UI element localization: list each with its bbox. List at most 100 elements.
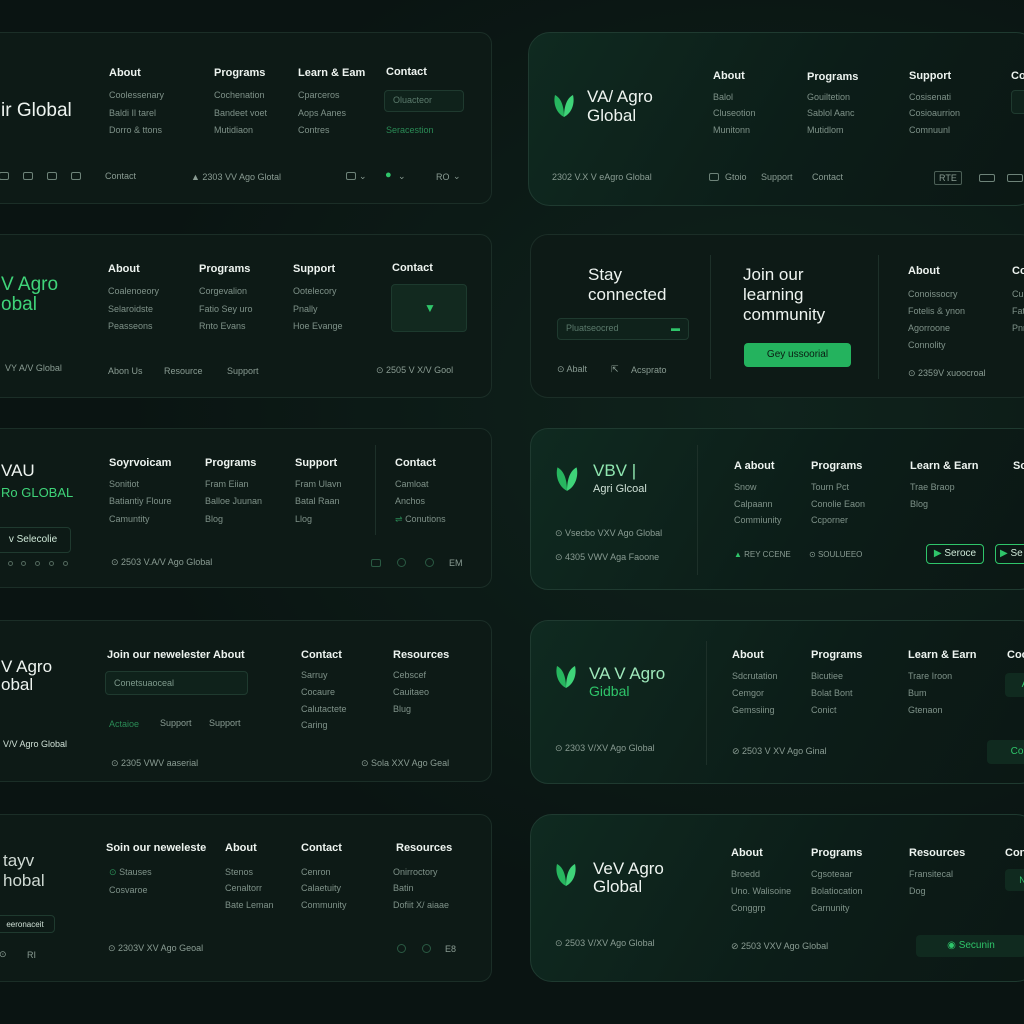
contact-cta-box[interactable]: ▼ [391, 284, 467, 332]
footer-link[interactable]: Fram Eiian [205, 479, 249, 489]
footer-link[interactable]: Sonitiot [109, 479, 139, 489]
footer-link[interactable]: Cul [1012, 289, 1024, 299]
footer-link[interactable]: Rnto Evans [199, 321, 246, 331]
footer-link-support[interactable]: Support [761, 172, 793, 182]
footer-link[interactable]: Balloe Juunan [205, 496, 262, 506]
footer-link[interactable]: Connolity [908, 340, 946, 350]
newsletter-input[interactable]: Conetsuaoceal [105, 671, 248, 695]
footer-link[interactable]: Pnally [293, 304, 318, 314]
footer-link-resource[interactable]: Resource [164, 366, 203, 376]
globe-icon[interactable]: ● [385, 169, 392, 181]
join-button[interactable]: Gey ussoorial [744, 343, 851, 367]
accept-link[interactable]: Acsprato [631, 365, 667, 375]
mail-icon[interactable] [47, 172, 57, 180]
footer-link[interactable]: Cparceros [298, 90, 340, 100]
footer-link[interactable]: Bum [908, 688, 927, 698]
social-icon[interactable] [425, 558, 434, 567]
pager-dot[interactable] [35, 561, 40, 566]
footer-link[interactable]: Peasseons [108, 321, 153, 331]
globe-icon[interactable]: ⊙ [0, 949, 7, 960]
footer-link[interactable]: Batal Raan [295, 496, 340, 506]
footer-link[interactable]: Ccporner [811, 515, 848, 525]
footer-link[interactable]: Camuntity [109, 514, 150, 524]
service-button[interactable]: ▶ Seroce [926, 544, 984, 564]
footer-link[interactable]: Dorro & ttons [109, 125, 162, 135]
footer-link[interactable]: Support [160, 718, 192, 728]
language-select[interactable]: EM [449, 558, 463, 568]
footer-link[interactable]: Calpaann [734, 499, 773, 509]
arrow-icon[interactable]: ⇱ [611, 364, 619, 375]
footer-link[interactable]: Mutidiaon [214, 125, 253, 135]
footer-link[interactable]: Munitonn [713, 125, 750, 135]
social-icon[interactable] [371, 559, 381, 567]
footer-link[interactable]: Bolat Bont [811, 688, 853, 698]
footer-link[interactable]: Cgsoteaar [811, 869, 853, 879]
chevron-down-icon[interactable]: ⌄ [398, 171, 406, 182]
footer-link[interactable]: Cosisenati [909, 92, 951, 102]
contact-button[interactable]: Co [987, 740, 1024, 764]
footer-link[interactable]: Bicutiee [811, 671, 843, 681]
footer-link[interactable]: Hoe Evange [293, 321, 343, 331]
footer-link[interactable]: Ootelecory [293, 286, 337, 296]
select-button[interactable]: v Selecolie [0, 527, 71, 553]
mail-icon[interactable] [71, 172, 81, 180]
footer-link[interactable]: Blog [910, 499, 928, 509]
arrow-right-icon[interactable]: ▬ [671, 323, 680, 333]
footer-link[interactable]: Broedd [731, 869, 760, 879]
footer-link[interactable]: Sarruy [301, 670, 328, 680]
footer-link[interactable]: Carnunity [811, 903, 850, 913]
footer-link[interactable]: Contres [298, 125, 330, 135]
contact-link[interactable]: Seracestion [386, 125, 434, 135]
footer-link[interactable]: Actaioe [109, 719, 139, 729]
footer-link[interactable]: Gtenaon [908, 705, 943, 715]
footer-link[interactable]: Calutactete [301, 704, 347, 714]
footer-link[interactable]: Llog [295, 514, 312, 524]
footer-link[interactable]: Stenos [225, 867, 253, 877]
footer-link[interactable]: Batin [393, 883, 414, 893]
footer-link[interactable]: Selaroidste [108, 304, 153, 314]
footer-link[interactable]: Bate Leman [225, 900, 274, 910]
footer-link[interactable]: Pnr [1012, 323, 1024, 333]
card-icon[interactable] [979, 174, 995, 182]
pager-dot[interactable] [49, 561, 54, 566]
footer-contact-link[interactable]: Contact [105, 171, 136, 181]
footer-link[interactable]: Dog [909, 886, 926, 896]
language-badge[interactable]: RTE [934, 171, 962, 185]
footer-link[interactable]: Uno. Walisoine [731, 886, 791, 896]
footer-link[interactable]: Conict [811, 705, 837, 715]
globe-icon[interactable] [709, 173, 719, 181]
language-select[interactable]: RO [436, 172, 450, 182]
footer-link[interactable]: ⇌ Conutions [395, 514, 446, 525]
footer-link[interactable]: Fotelis & ynon [908, 306, 965, 316]
about-link[interactable]: ⊙ Abalt [557, 364, 587, 375]
footer-link[interactable]: Sablol Aanc [807, 108, 855, 118]
footer-link[interactable]: Balol [713, 92, 733, 102]
email-input[interactable]: Pluatseocred ▬ [557, 318, 689, 340]
social-icon[interactable] [0, 172, 9, 180]
newsletter-button[interactable]: Ne [1005, 869, 1024, 891]
footer-link[interactable]: Mutidlom [807, 125, 844, 135]
footer-link[interactable]: Cenaltorr [225, 883, 262, 893]
footer-link[interactable]: Comnuunl [909, 125, 950, 135]
calendar-icon[interactable] [346, 172, 356, 180]
pager-dot[interactable] [8, 561, 13, 566]
footer-link[interactable]: Agorroone [908, 323, 950, 333]
footer-link[interactable]: Blug [393, 704, 411, 714]
footer-link[interactable]: Conggrp [731, 903, 766, 913]
footer-link[interactable]: Cauitaeo [393, 687, 429, 697]
footer-link[interactable]: Bandeet voet [214, 108, 267, 118]
chevron-down-icon[interactable]: ⌄ [359, 171, 367, 182]
service-button-2[interactable]: ▶ Se [995, 544, 1024, 564]
footer-link-contact[interactable]: Contact [812, 172, 843, 182]
footer-link-globe[interactable]: Gtoio [725, 172, 747, 182]
brand-button[interactable]: eeronaceit [0, 915, 55, 933]
footer-link[interactable]: Cenron [301, 867, 331, 877]
footer-link-about[interactable]: Abon Us [108, 366, 143, 376]
footer-link[interactable]: Trare Iroon [908, 671, 952, 681]
footer-link[interactable]: Corgevalion [199, 286, 247, 296]
footer-link[interactable]: Cluseotion [713, 108, 756, 118]
footer-link[interactable]: Fransitecal [909, 869, 953, 879]
footer-link[interactable]: Coolessenary [109, 90, 164, 100]
chevron-down-icon[interactable]: ⌄ [453, 171, 461, 182]
footer-link[interactable]: Commiunity [734, 515, 782, 525]
